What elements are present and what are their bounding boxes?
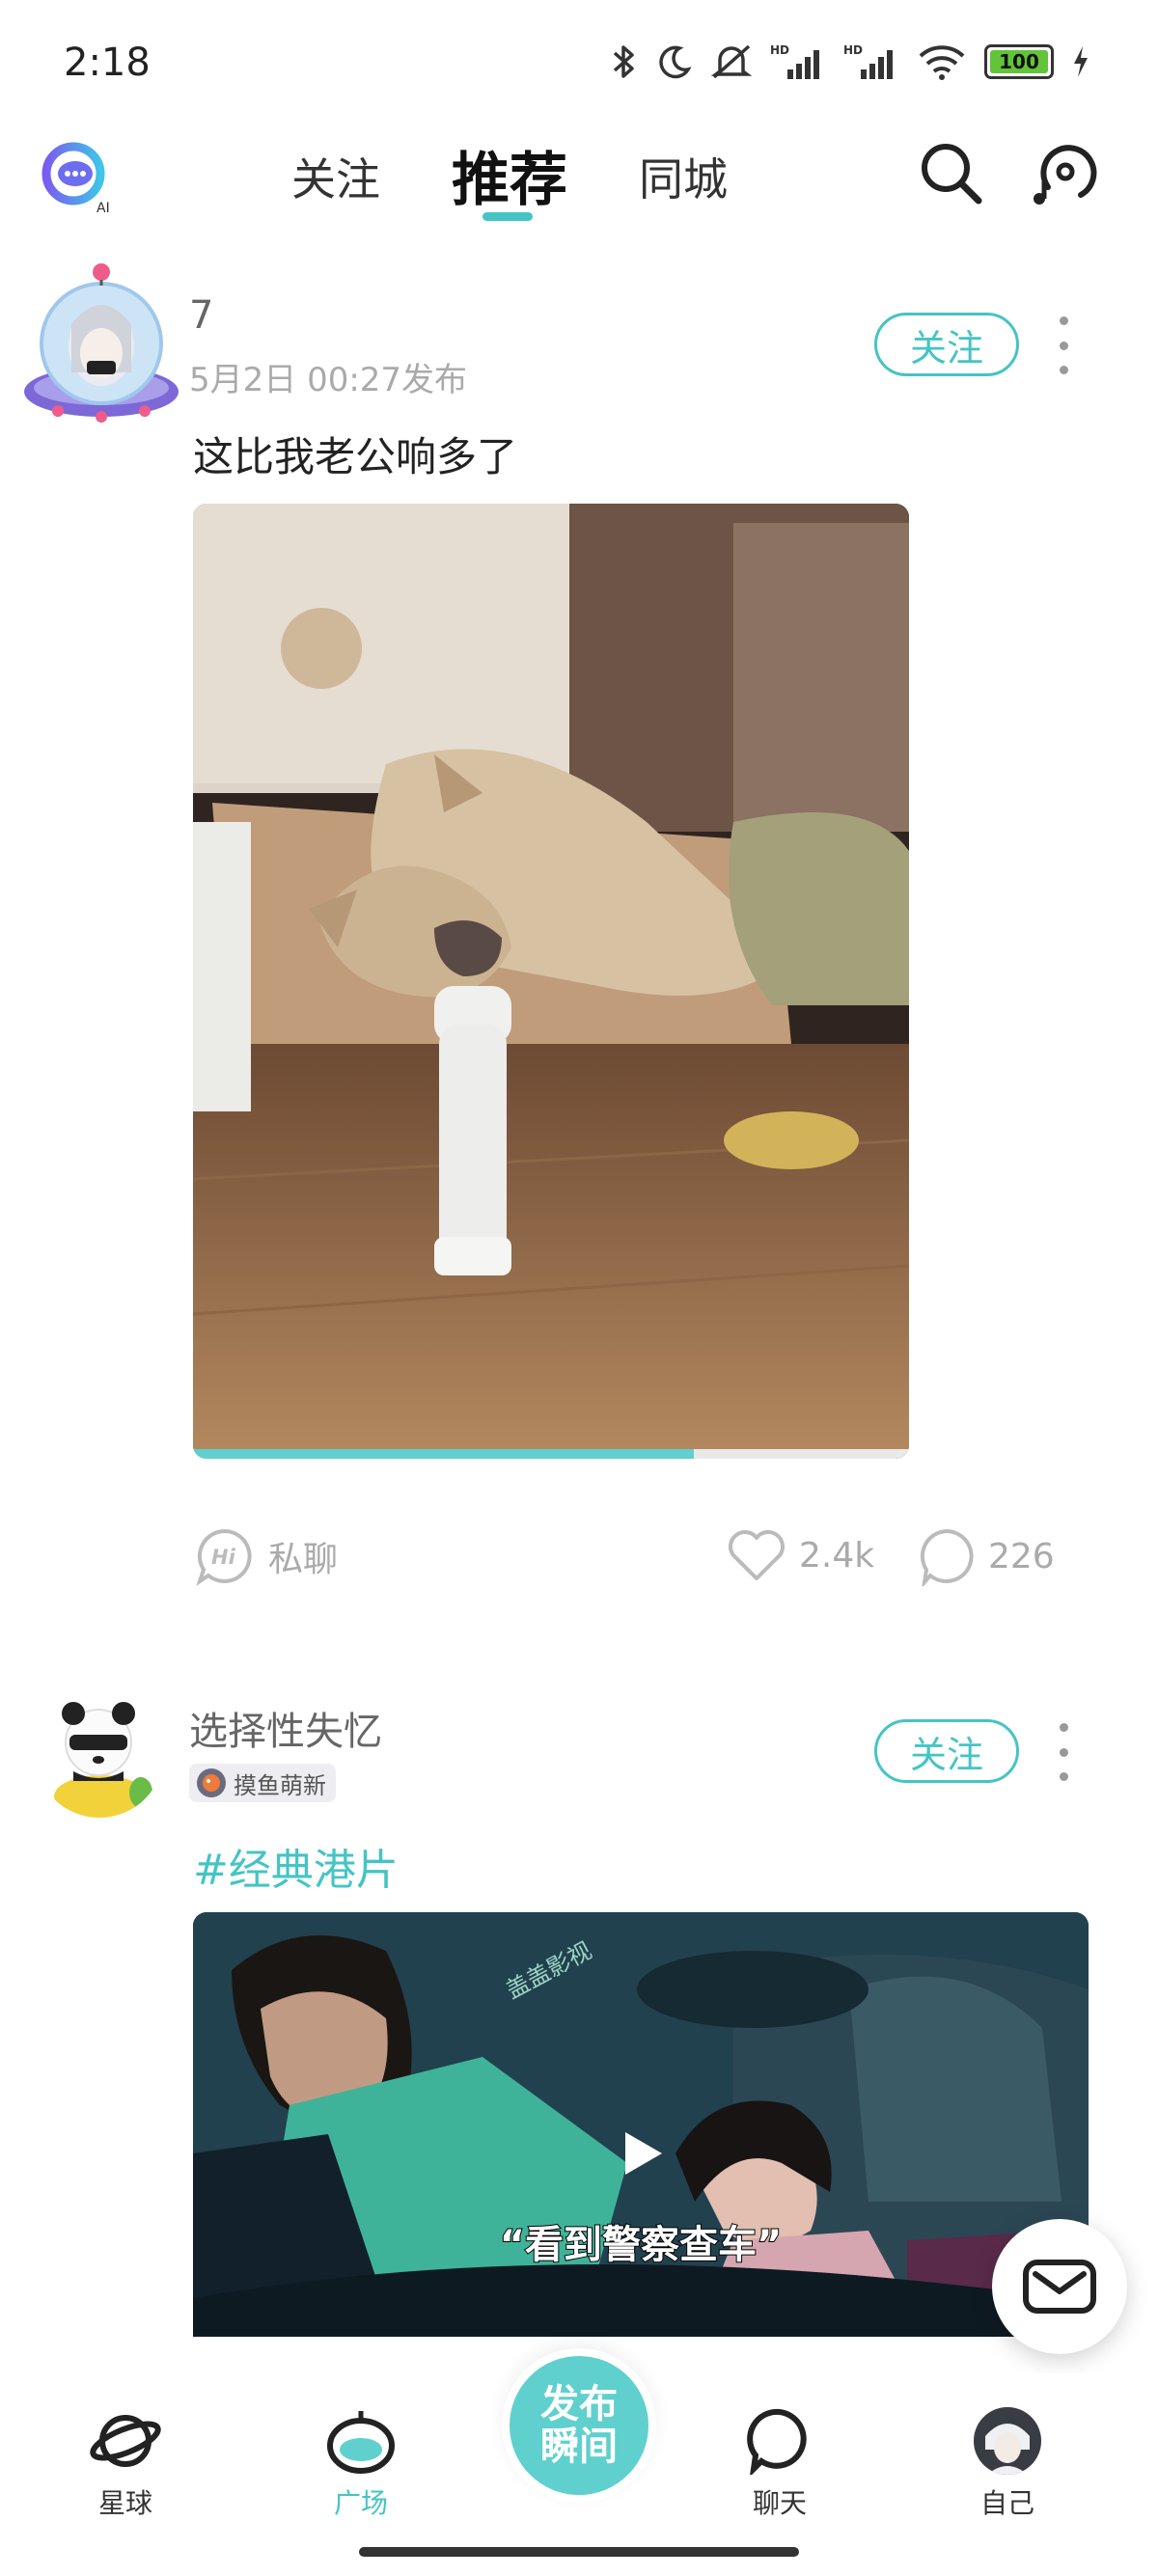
charging-icon [1074, 46, 1088, 77]
battery-level: 100 [999, 50, 1039, 73]
publish-moment-button[interactable]: 发布 瞬间 [502, 2348, 656, 2503]
follow-button[interactable]: 关注 [874, 1719, 1019, 1783]
planet-icon [90, 2415, 161, 2467]
hd-signal-icon: HD [770, 43, 819, 79]
message-fab[interactable] [992, 2219, 1127, 2354]
more-options-icon[interactable] [1056, 1723, 1071, 1781]
active-tab-indicator [482, 212, 533, 221]
status-time: 2:18 [64, 41, 151, 85]
post-username[interactable]: 选择性失忆 [189, 1700, 382, 1756]
post-username[interactable]: 7 [189, 293, 213, 338]
my-avatar [974, 2407, 1041, 2475]
post-text: 这比我老公响多了 [193, 433, 518, 480]
private-chat-label: 私聊 [268, 1540, 339, 1579]
like-count: 2.4k [799, 1535, 875, 1576]
comment-icon [920, 1528, 974, 1586]
nav-label: 星球 [97, 2487, 152, 2519]
post-author-avatar[interactable] [35, 1688, 164, 1818]
post-video[interactable]: 盖盖影视 “看到警察查车” [193, 1912, 1089, 2337]
private-chat-button[interactable]: Hi 私聊 [195, 1526, 338, 1586]
svg-text:AI: AI [96, 201, 110, 216]
comment-button[interactable]: 226 [917, 1526, 1055, 1586]
envelope-icon [1023, 2260, 1096, 2314]
chat-icon [747, 2408, 807, 2475]
nav-label: 自己 [979, 2487, 1034, 2519]
square-icon [327, 2411, 395, 2474]
bluetooth-icon [613, 45, 634, 78]
nav-label: 广场 [333, 2487, 388, 2519]
svg-text:HD: HD [843, 43, 863, 57]
video-caption: “看到警察查车” [500, 2223, 783, 2267]
silent-icon [710, 44, 753, 79]
publish-label-line1: 发布 [540, 2382, 618, 2426]
follow-button[interactable]: 关注 [874, 313, 1019, 376]
publish-label-line2: 瞬间 [540, 2425, 618, 2469]
music-radar-icon[interactable] [1029, 139, 1098, 208]
app-logo-icon[interactable]: AI [33, 141, 118, 218]
svg-text:Hi: Hi [211, 1546, 236, 1569]
post-hashtag[interactable]: #经典港片 [193, 1835, 399, 1897]
search-icon[interactable] [917, 139, 986, 208]
like-button[interactable]: 2.4k [726, 1526, 874, 1584]
comment-count: 226 [988, 1536, 1055, 1576]
nav-item-square[interactable]: 广场 [303, 2407, 419, 2521]
hi-chat-icon: Hi [196, 1528, 252, 1586]
nav-item-chat[interactable]: 聊天 [722, 2407, 838, 2521]
post-author-avatar[interactable] [19, 257, 183, 430]
fish-badge-icon [197, 1768, 226, 1797]
user-level-label: 摸鱼萌新 [234, 1771, 326, 1799]
battery-icon: 100 [984, 44, 1054, 79]
svg-text:HD: HD [770, 43, 789, 57]
home-indicator[interactable] [359, 2547, 799, 2557]
wifi-icon [919, 45, 965, 80]
tab-following[interactable]: 关注 [291, 145, 380, 208]
post-timestamp: 5月2日 00:27发布 [189, 361, 468, 399]
post-video[interactable] [193, 504, 909, 1459]
status-icons: HD HD 100 [610, 42, 1090, 81]
user-level-badge[interactable]: 摸鱼萌新 [189, 1764, 336, 1802]
nav-label: 聊天 [752, 2487, 807, 2519]
hd-signal-icon: HD [843, 43, 893, 79]
more-options-icon[interactable] [1056, 316, 1071, 374]
heart-icon [729, 1530, 785, 1580]
nav-item-me[interactable]: 自己 [950, 2407, 1065, 2521]
tab-nearby[interactable]: 同城 [639, 145, 728, 208]
moon-icon [659, 45, 692, 79]
nav-item-planet[interactable]: 星球 [68, 2407, 183, 2521]
tab-recommended[interactable]: 推荐 [452, 133, 567, 217]
